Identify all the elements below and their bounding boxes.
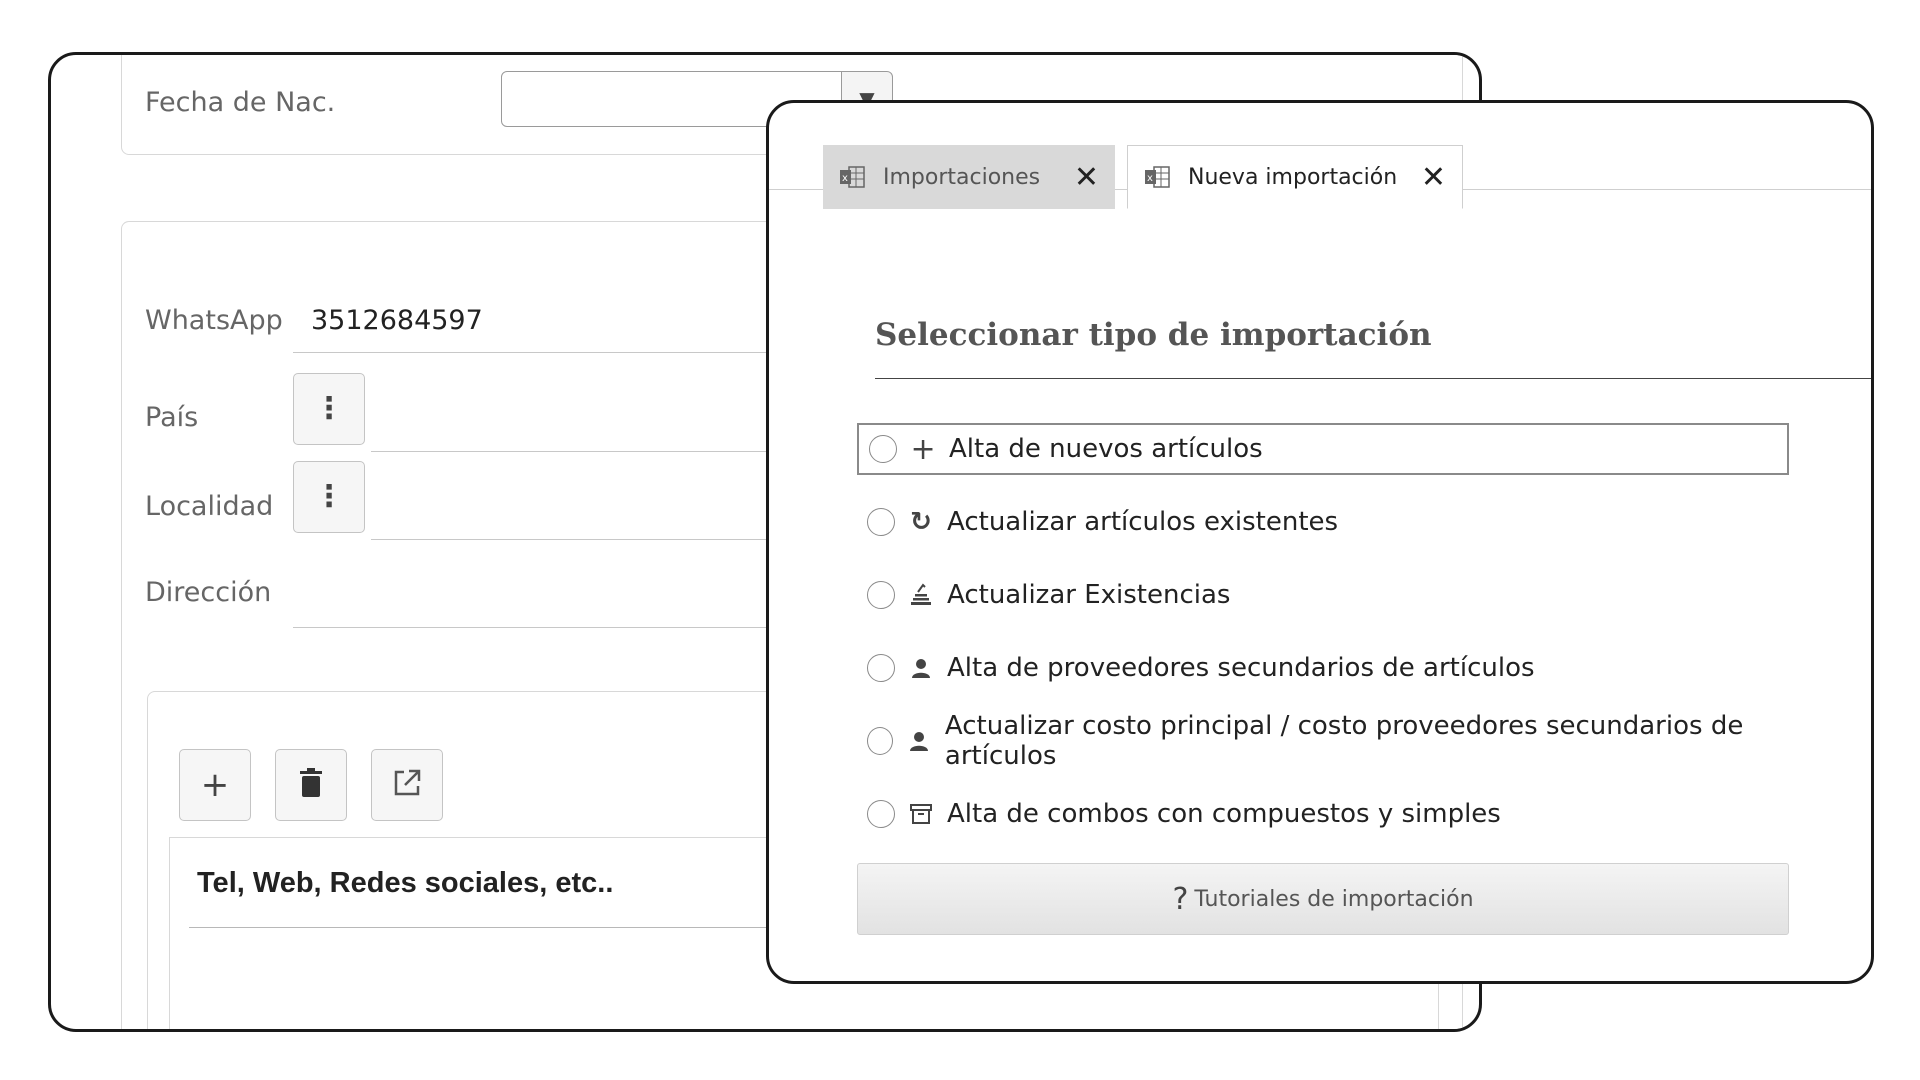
more-vertical-icon: ⋮: [314, 391, 344, 426]
add-contact-button[interactable]: +: [179, 749, 251, 821]
delete-contact-button[interactable]: [275, 749, 347, 821]
external-link-icon: [391, 767, 423, 803]
birth-date-label: Fecha de Nac.: [145, 87, 336, 118]
person-icon: [909, 656, 933, 680]
radio-button[interactable]: [867, 581, 895, 609]
more-vertical-icon: ⋮: [314, 479, 344, 514]
radio-button[interactable]: [867, 800, 895, 828]
svg-text:x: x: [842, 173, 848, 184]
option-actualizar-existencias[interactable]: Actualizar Existencias: [857, 569, 1789, 621]
question-icon: ?: [1172, 881, 1189, 917]
option-label: Actualizar costo principal / costo prove…: [944, 711, 1744, 771]
option-label: Alta de proveedores secundarios de artíc…: [947, 653, 1535, 683]
tutorials-button[interactable]: ? Tutoriales de importación: [857, 863, 1789, 935]
tab-label: Nueva importación: [1188, 164, 1398, 190]
option-label: Actualizar artículos existentes: [947, 507, 1339, 537]
address-label: Dirección: [145, 577, 272, 608]
plus-icon: +: [200, 765, 230, 805]
section-title: Seleccionar tipo de importación: [875, 317, 1432, 353]
person-icon: [907, 729, 931, 753]
option-actualizar-articulos[interactable]: ↻ Actualizar artículos existentes: [857, 496, 1789, 548]
country-label: País: [145, 402, 199, 433]
tab-nueva-importacion[interactable]: x Nueva importación ✕: [1127, 145, 1463, 209]
excel-icon: x: [1144, 166, 1170, 188]
radio-button[interactable]: [867, 654, 895, 682]
radio-button[interactable]: [869, 435, 897, 463]
tab-importaciones[interactable]: x Importaciones ✕: [823, 145, 1115, 209]
tutorials-button-label: Tutoriales de importación: [1194, 886, 1474, 912]
plus-icon: +: [910, 431, 936, 467]
close-icon[interactable]: ✕: [1074, 160, 1099, 195]
archive-icon: [909, 802, 933, 826]
option-label: Alta de combos con compuestos y simples: [947, 799, 1501, 829]
whatsapp-label: WhatsApp: [145, 305, 283, 336]
refresh-icon: ↻: [910, 507, 932, 537]
import-dialog-panel: x Importaciones ✕ x Nueva importación ✕ …: [766, 100, 1874, 984]
radio-button[interactable]: [867, 727, 893, 755]
trash-icon: [299, 768, 323, 802]
radio-button[interactable]: [867, 508, 895, 536]
option-alta-combos[interactable]: Alta de combos con compuestos y simples: [857, 788, 1789, 840]
option-alta-proveedores-secundarios[interactable]: Alta de proveedores secundarios de artíc…: [857, 642, 1789, 694]
option-label: Actualizar Existencias: [947, 580, 1231, 610]
stack-icon: [909, 583, 933, 607]
option-actualizar-costo[interactable]: Actualizar costo principal / costo prove…: [857, 711, 1789, 771]
contacts-table-header: Tel, Web, Redes sociales, etc..: [197, 867, 614, 899]
country-picker-button[interactable]: ⋮: [293, 373, 365, 445]
excel-icon: x: [839, 166, 865, 188]
locality-picker-button[interactable]: ⋮: [293, 461, 365, 533]
tab-label: Importaciones: [883, 164, 1041, 190]
option-alta-nuevos-articulos[interactable]: + Alta de nuevos artículos: [857, 423, 1789, 475]
open-contact-button[interactable]: [371, 749, 443, 821]
section-divider: [875, 378, 1871, 379]
svg-text:x: x: [1147, 173, 1153, 184]
locality-label: Localidad: [145, 491, 274, 522]
option-label: Alta de nuevos artículos: [949, 434, 1263, 464]
close-icon[interactable]: ✕: [1421, 160, 1446, 195]
